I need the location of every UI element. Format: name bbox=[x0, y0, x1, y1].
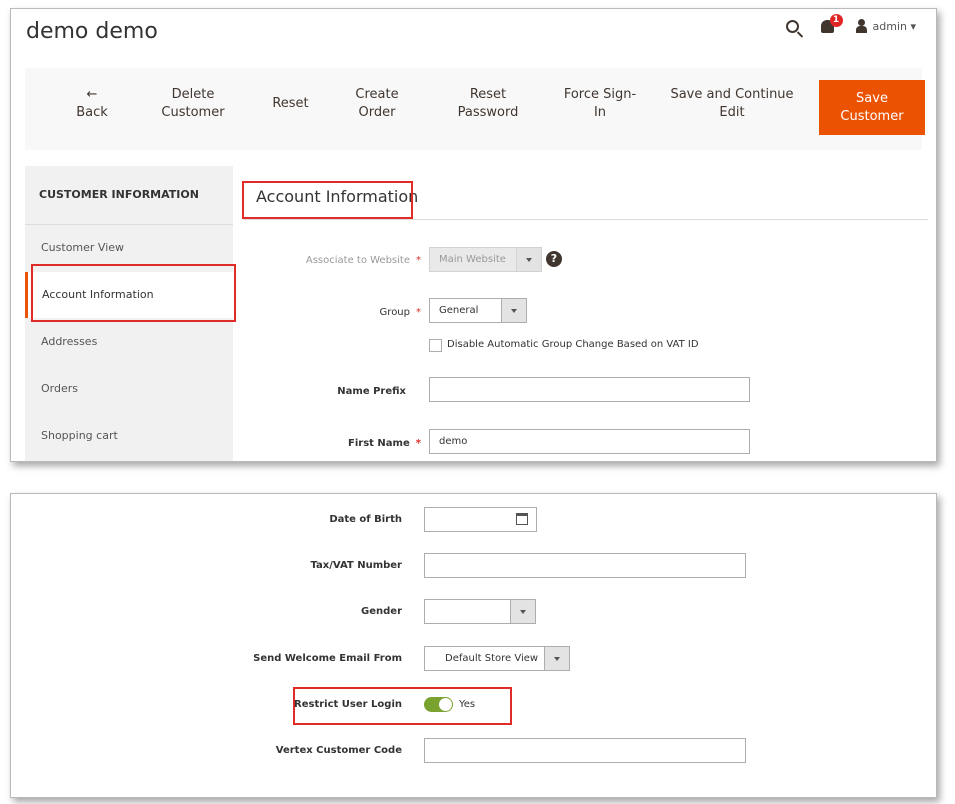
sidebar-item-addresses[interactable]: Addresses bbox=[25, 319, 233, 365]
user-menu[interactable]: admin ▾ bbox=[855, 19, 916, 33]
top-screenshot-panel: demo demo 1 admin ▾ ← Back Delete Custom… bbox=[10, 8, 937, 462]
website-label: Associate to Website * bbox=[251, 255, 421, 266]
required-mark: * bbox=[416, 307, 421, 318]
sidebar-heading: CUSTOMER INFORMATION bbox=[25, 166, 233, 225]
group-select-value: General bbox=[439, 305, 479, 316]
restrict-login-label: Restrict User Login bbox=[294, 699, 402, 710]
save-and-continue-button[interactable]: Save and Continue Edit bbox=[662, 86, 802, 122]
chevron-down-icon bbox=[516, 248, 541, 271]
vertex-code-input[interactable] bbox=[424, 738, 746, 763]
header-actions: 1 admin ▾ bbox=[785, 13, 916, 33]
disable-group-change-label: Disable Automatic Group Change Based on … bbox=[447, 339, 699, 350]
taxvat-label: Tax/VAT Number bbox=[310, 560, 403, 571]
user-icon bbox=[855, 19, 867, 33]
required-mark: * bbox=[415, 438, 421, 449]
search-icon[interactable] bbox=[785, 19, 799, 33]
restrict-login-toggle[interactable] bbox=[424, 697, 453, 712]
back-button[interactable]: ← Back bbox=[67, 86, 117, 122]
website-select: Main Website bbox=[429, 247, 542, 272]
page-actions-toolbar: ← Back Delete Customer Reset Create Orde… bbox=[25, 68, 925, 150]
notification-count-badge: 1 bbox=[829, 13, 843, 27]
customer-info-sidebar: CUSTOMER INFORMATION Customer View Accou… bbox=[25, 166, 233, 461]
disable-group-change-checkbox[interactable] bbox=[429, 339, 442, 352]
website-label-text: Associate to Website bbox=[305, 255, 410, 266]
bottom-screenshot-panel: Date of Birth Tax/VAT Number Gender Send… bbox=[10, 493, 937, 798]
sidebar-item-customer-view[interactable]: Customer View bbox=[25, 225, 233, 271]
dob-input[interactable] bbox=[424, 507, 537, 532]
gender-label: Gender bbox=[361, 606, 402, 617]
chevron-down-icon bbox=[501, 299, 526, 322]
reset-password-button[interactable]: Reset Password bbox=[448, 86, 528, 122]
section-divider bbox=[243, 219, 928, 220]
sidebar-item-orders[interactable]: Orders bbox=[25, 366, 233, 412]
delete-customer-button[interactable]: Delete Customer bbox=[153, 86, 233, 122]
name-prefix-label: Name Prefix bbox=[337, 386, 406, 397]
group-select[interactable]: General bbox=[429, 298, 527, 323]
group-label: Group * bbox=[251, 307, 421, 318]
sidebar-item-shopping-cart[interactable]: Shopping cart bbox=[25, 413, 233, 459]
first-name-label-text: First Name bbox=[348, 438, 410, 449]
website-select-value: Main Website bbox=[439, 254, 506, 265]
welcome-email-label: Send Welcome Email From bbox=[253, 653, 402, 664]
required-mark: * bbox=[416, 255, 421, 266]
force-signin-button[interactable]: Force Sign- In bbox=[555, 86, 645, 122]
welcome-email-select[interactable]: Default Store View bbox=[424, 646, 570, 671]
first-name-label: First Name * bbox=[251, 438, 421, 449]
save-customer-button[interactable]: Save Customer bbox=[819, 80, 925, 135]
chevron-down-icon bbox=[544, 647, 569, 670]
taxvat-input[interactable] bbox=[424, 553, 746, 578]
user-menu-label: admin ▾ bbox=[872, 19, 916, 33]
section-title: Account Information bbox=[256, 187, 419, 206]
notifications-bell-icon[interactable]: 1 bbox=[820, 13, 843, 33]
name-prefix-input[interactable] bbox=[429, 377, 750, 402]
create-order-button[interactable]: Create Order bbox=[347, 86, 407, 122]
first-name-input[interactable]: demo bbox=[429, 429, 750, 454]
sidebar-item-account-information[interactable]: Account Information bbox=[25, 272, 233, 318]
dob-label: Date of Birth bbox=[329, 514, 402, 525]
gender-select[interactable] bbox=[424, 599, 536, 624]
toggle-knob bbox=[439, 698, 452, 711]
group-label-text: Group bbox=[379, 307, 410, 318]
calendar-icon[interactable] bbox=[516, 513, 528, 525]
chevron-down-icon bbox=[510, 600, 535, 623]
welcome-email-select-value: Default Store View bbox=[445, 653, 539, 664]
help-icon[interactable]: ? bbox=[546, 251, 562, 267]
reset-button[interactable]: Reset bbox=[263, 95, 318, 113]
restrict-login-value: Yes bbox=[459, 699, 476, 710]
vertex-code-label: Vertex Customer Code bbox=[275, 745, 402, 756]
page-title: demo demo bbox=[26, 19, 158, 44]
